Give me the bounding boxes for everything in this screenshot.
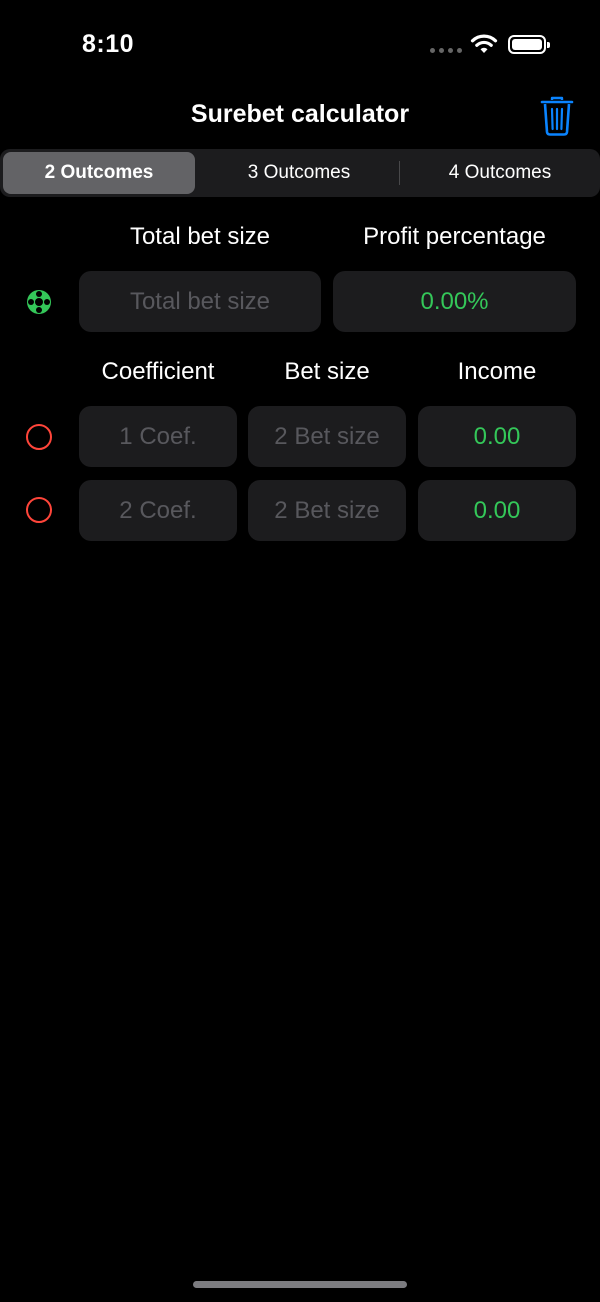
profit-percentage-value: 0.00% (333, 271, 576, 332)
tab-4-outcomes[interactable]: 4 Outcomes (401, 152, 599, 194)
outcome-1-bet-size-field[interactable] (248, 406, 406, 468)
tab-3-outcomes[interactable]: 3 Outcomes (200, 152, 398, 194)
outcome-1-income-value: 0.00 (418, 406, 576, 467)
outcome-2-coefficient-input[interactable] (79, 480, 237, 542)
outcome-2-coefficient-field[interactable] (79, 480, 237, 542)
coefficient-column-header: Coefficient (101, 358, 215, 385)
status-time: 8:10 (82, 30, 135, 58)
outcome-2-bet-size-field[interactable] (248, 480, 406, 542)
outcomes-segmented-control: 2 Outcomes 3 Outcomes 4 Outcomes (0, 149, 600, 197)
outcome-1-coefficient-field[interactable] (79, 406, 237, 468)
outcome-2-income-value: 0.00 (418, 480, 576, 541)
battery-icon (508, 35, 550, 54)
total-bet-size-label: Total bet size (129, 223, 271, 250)
cellular-signal-icon (430, 48, 462, 53)
total-bet-size-input[interactable] (79, 271, 321, 333)
outcome-2-bet-size-input[interactable] (248, 480, 406, 542)
segment-divider (399, 161, 400, 185)
outcome-2-selector[interactable] (26, 497, 52, 523)
total-bet-size-field[interactable] (79, 271, 321, 333)
wifi-icon (470, 34, 498, 53)
outcome-1-selector[interactable] (26, 424, 52, 450)
total-mode-selector-icon[interactable] (26, 289, 52, 315)
home-indicator[interactable] (193, 1281, 407, 1288)
page-title: Surebet calculator (190, 100, 410, 128)
income-column-header: Income (457, 358, 537, 385)
bet-size-column-header: Bet size (284, 358, 370, 385)
status-bar: 8:10 (0, 0, 600, 90)
tab-2-outcomes[interactable]: 2 Outcomes (3, 152, 195, 194)
outcome-1-bet-size-input[interactable] (248, 406, 406, 468)
profit-percentage-label: Profit percentage (363, 223, 546, 250)
outcome-1-coefficient-input[interactable] (79, 406, 237, 468)
trash-icon[interactable] (540, 96, 574, 136)
